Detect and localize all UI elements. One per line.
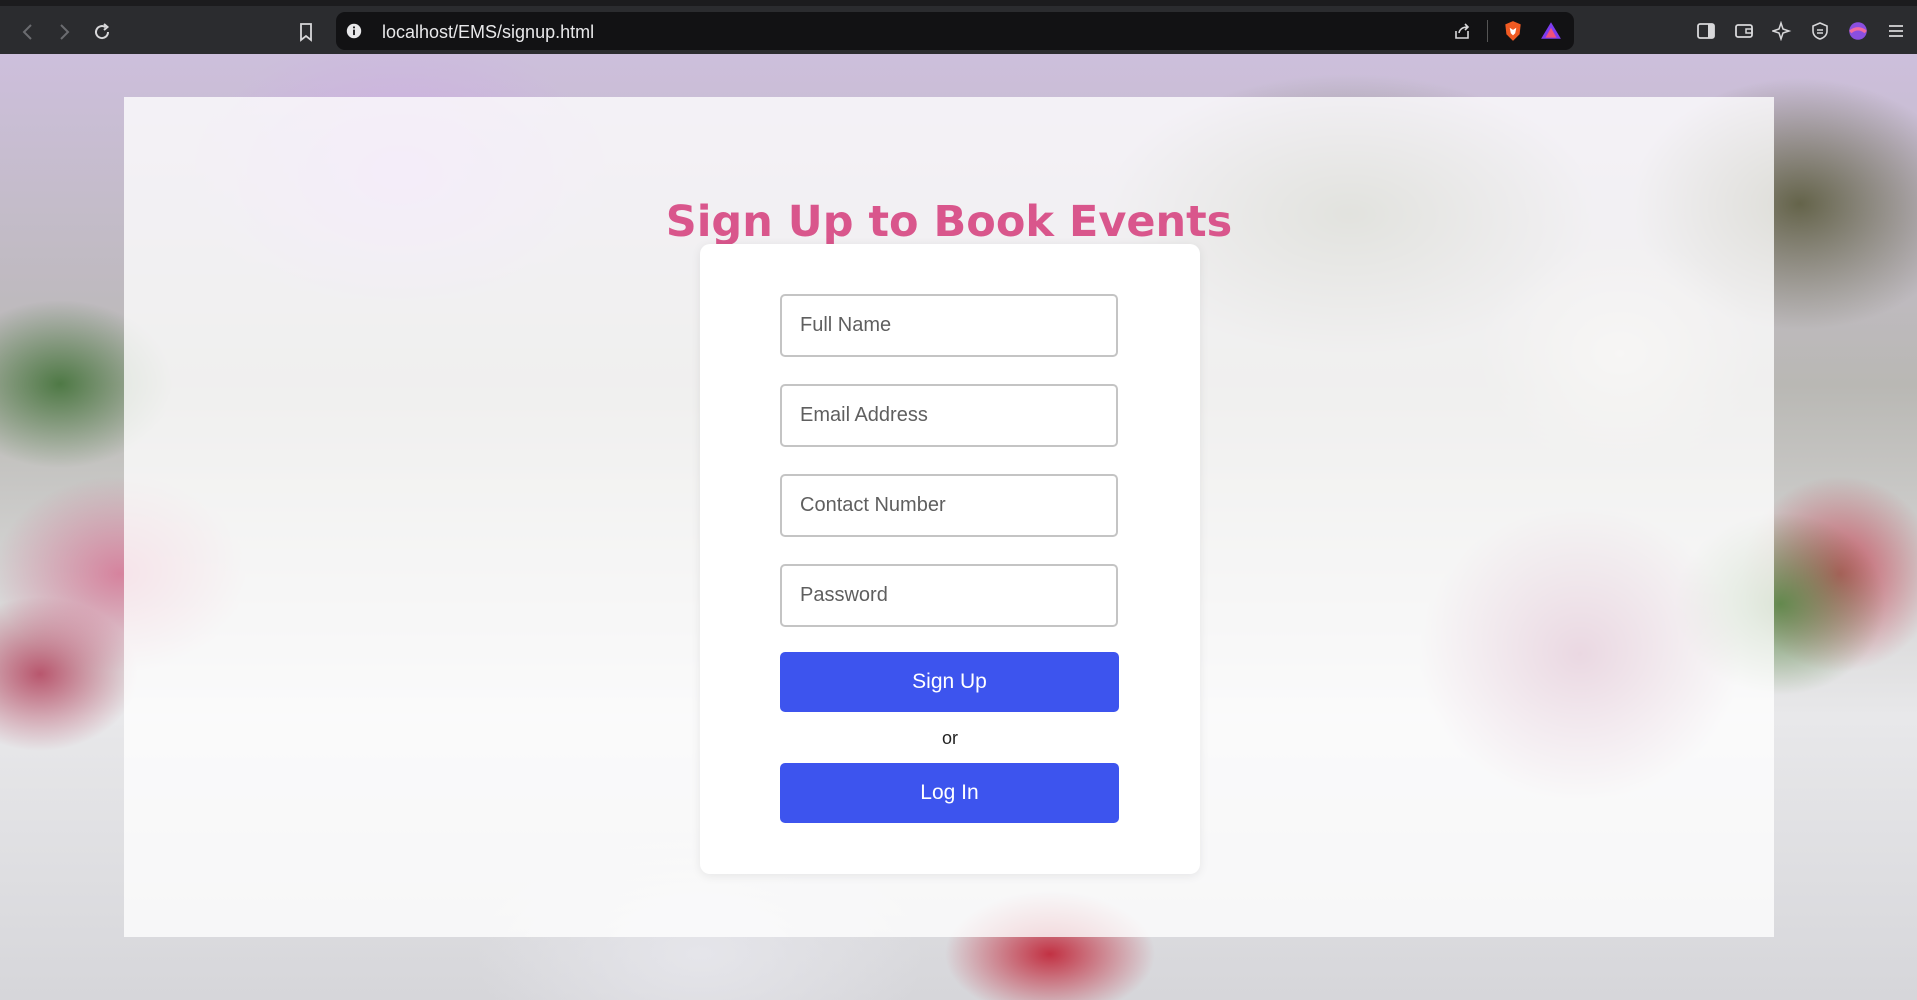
address-bar[interactable]: localhost/EMS/signup.html <box>336 12 1574 50</box>
share-icon[interactable] <box>1449 18 1475 44</box>
brave-shield-icon[interactable] <box>1500 18 1526 44</box>
vpn-icon[interactable] <box>1807 18 1833 44</box>
url-text[interactable]: localhost/EMS/signup.html <box>382 22 594 43</box>
signup-card: Sign Up or Log In <box>700 244 1200 874</box>
back-icon[interactable] <box>14 18 42 46</box>
password-input[interactable] <box>780 564 1118 627</box>
email-input[interactable] <box>780 384 1118 447</box>
wallet-icon[interactable] <box>1731 18 1757 44</box>
divider <box>1487 20 1488 42</box>
or-separator: or <box>941 728 958 748</box>
login-button[interactable]: Log In <box>780 763 1119 823</box>
menu-icon[interactable] <box>1883 18 1909 44</box>
browser-toolbar: localhost/EMS/signup.html <box>0 0 1917 54</box>
page-background: Sign Up to Book Events Sign Up or Log In <box>0 54 1917 1000</box>
bookmark-icon[interactable] <box>292 18 320 46</box>
page-title: Sign Up to Book Events <box>665 197 1233 247</box>
reload-icon[interactable] <box>88 18 116 46</box>
sidebar-icon[interactable] <box>1693 18 1719 44</box>
full-name-input[interactable] <box>780 294 1118 357</box>
site-info-icon[interactable] <box>344 21 364 41</box>
contact-number-input[interactable] <box>780 474 1118 537</box>
rewards-icon[interactable] <box>1538 18 1564 44</box>
content-overlay: Sign Up to Book Events Sign Up or Log In <box>124 97 1774 937</box>
profile-icon[interactable] <box>1845 18 1871 44</box>
forward-icon[interactable] <box>50 18 78 46</box>
leo-ai-icon[interactable] <box>1769 18 1795 44</box>
signup-button[interactable]: Sign Up <box>780 652 1119 712</box>
